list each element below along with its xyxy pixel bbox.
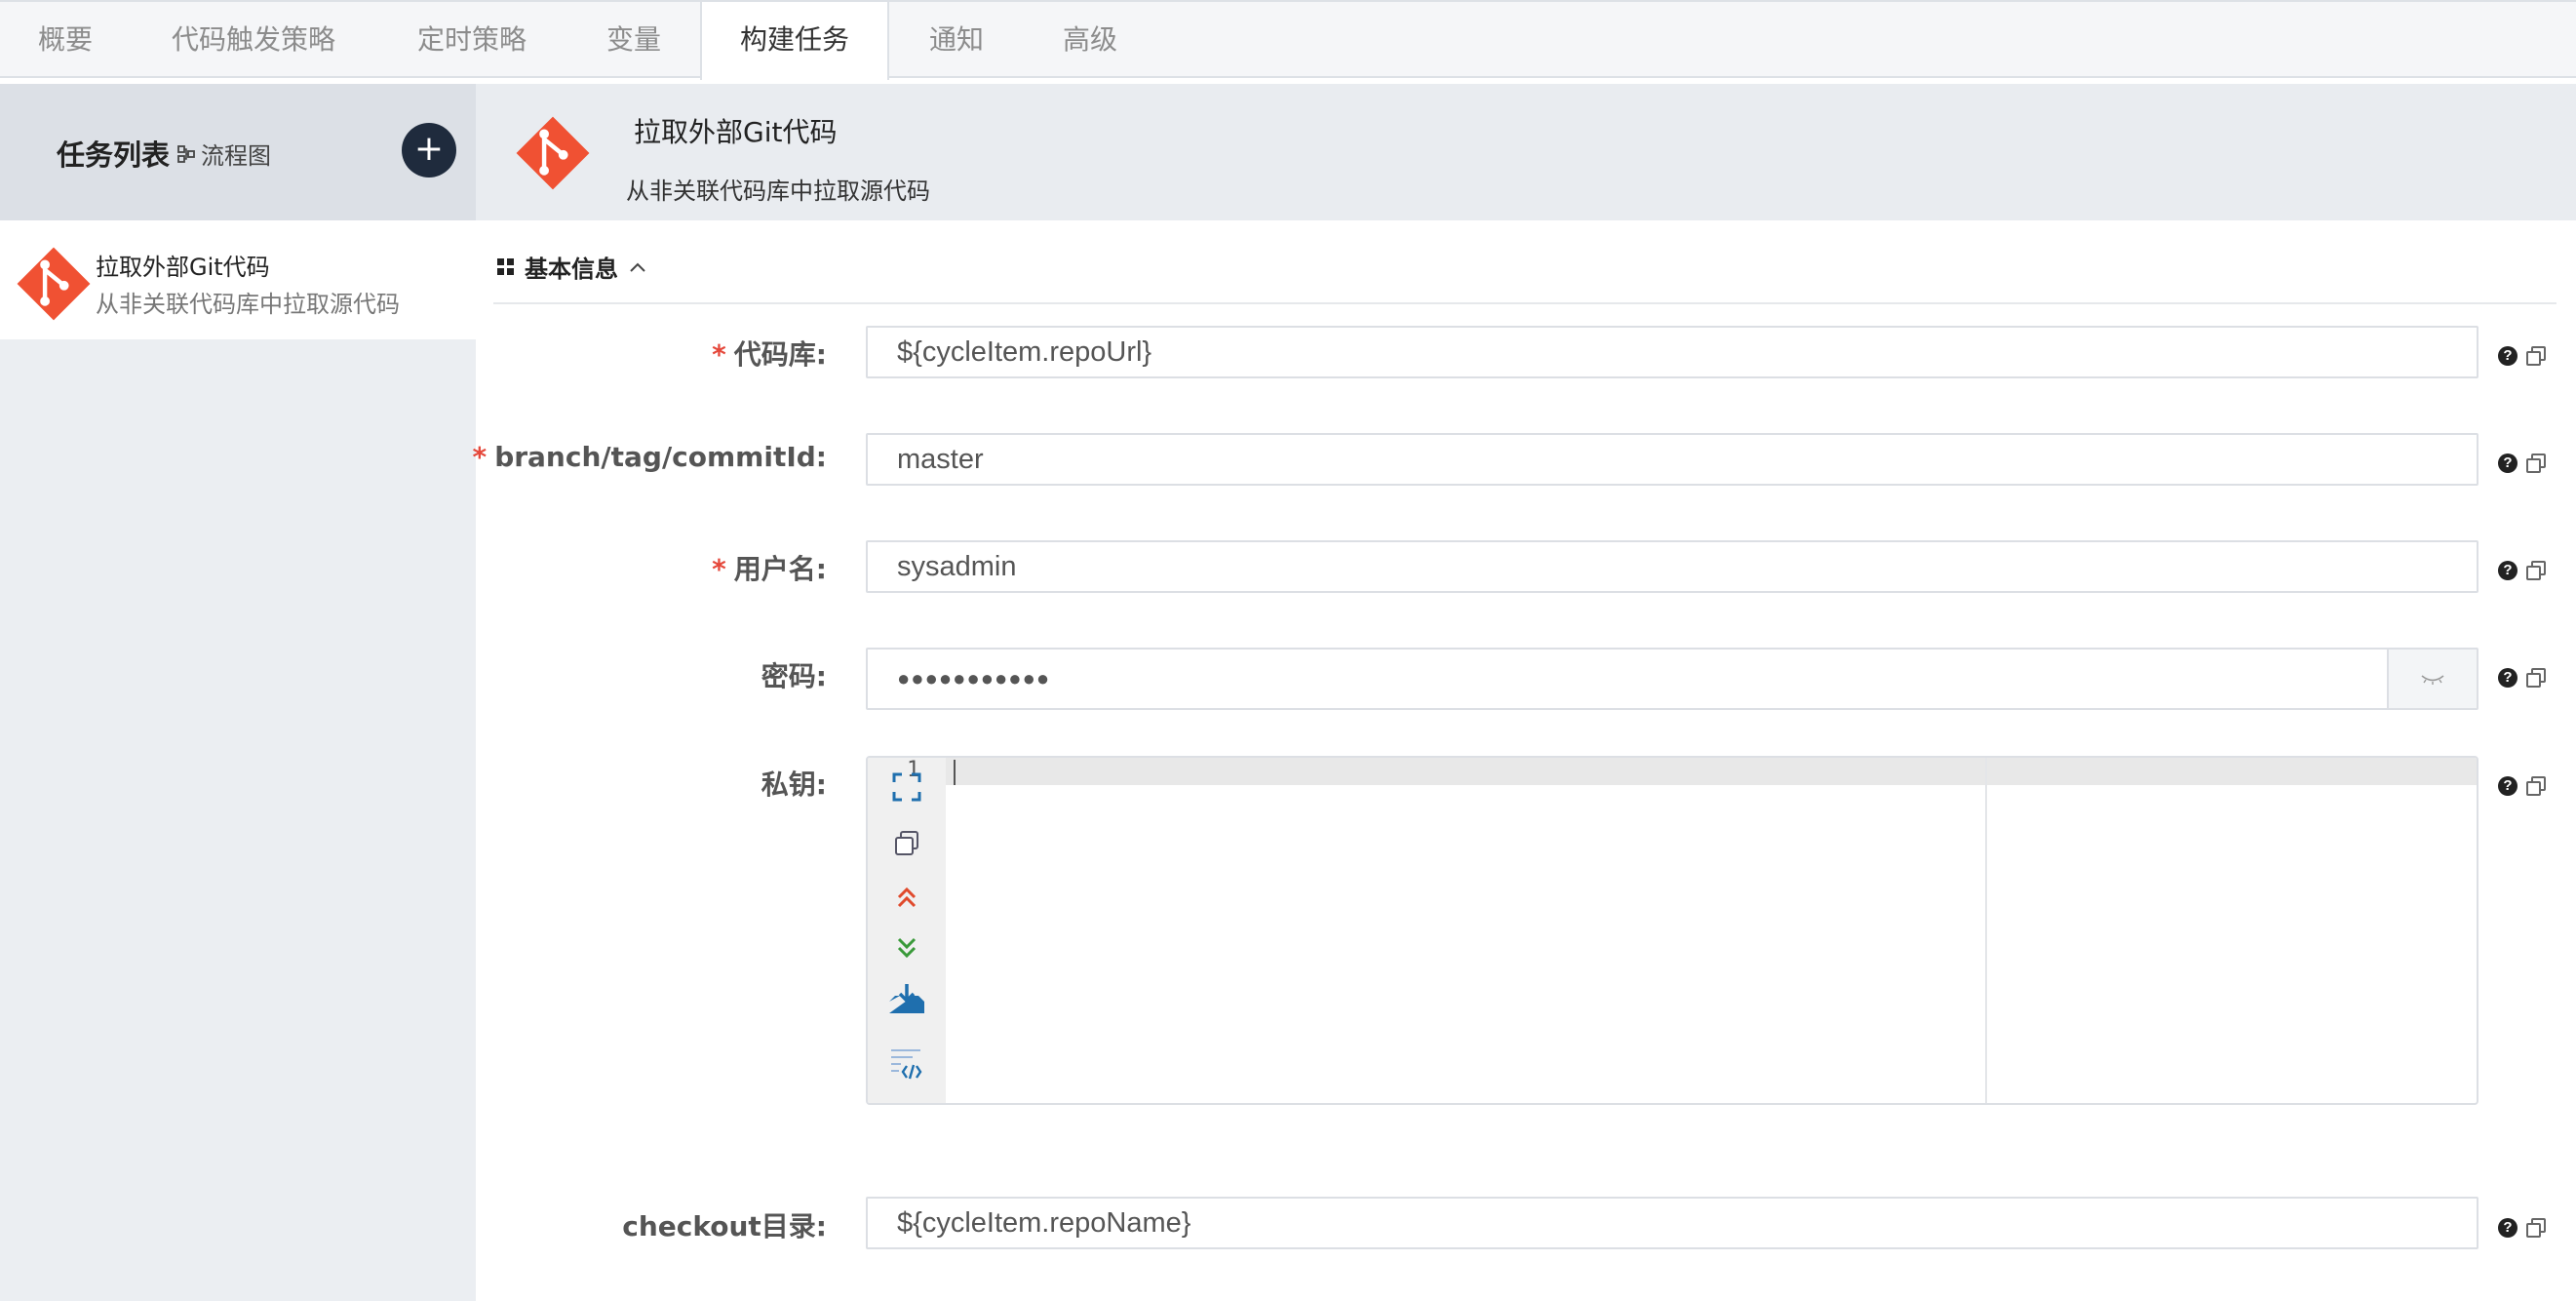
copy-icon[interactable] [2525,453,2547,474]
task-list-title: 任务列表 [57,138,171,172]
scroll-top-button[interactable] [879,879,934,918]
copy-icon[interactable] [2525,667,2547,689]
help-icon[interactable]: ? [2498,668,2517,688]
fullscreen-button[interactable] [879,768,934,807]
editor-print-margin [1985,758,1987,1103]
tab-schedule[interactable]: 定时策略 [376,2,567,78]
basic-info-section-toggle[interactable]: 基本信息 [497,250,647,284]
flowchart-link-label[interactable]: 流程图 [201,137,271,171]
download-button[interactable] [879,980,934,1019]
branch-helpers: ? [2498,453,2547,474]
checkout-dir-helpers: ? [2498,1217,2547,1239]
required-mark: * [712,553,726,585]
help-icon[interactable]: ? [2498,561,2517,580]
tab-overview[interactable]: 概要 [0,2,131,78]
required-mark: * [472,441,488,473]
task-detail-header: 拉取外部Git代码 从非关联代码库中拉取源代码 [476,84,2576,220]
editor-toolbar: 1 [868,758,946,1103]
username-label: * 用户名: [712,553,827,585]
password-value[interactable]: ●●●●●●●●●●● [897,666,1050,690]
toggle-password-visibility[interactable] [2387,650,2477,708]
format-code-button[interactable] [879,1045,934,1084]
tab-variables[interactable]: 变量 [567,2,700,78]
text-cursor [954,760,956,785]
repo-helpers: ? [2498,345,2547,367]
git-icon [17,247,91,321]
scroll-bottom-button[interactable] [879,927,934,966]
copy-icon[interactable] [2525,345,2547,367]
section-divider [493,302,2556,304]
section-title: 基本信息 [525,256,618,283]
password-label: 密码: [761,660,827,692]
private-key-helpers: ? [2498,775,2547,797]
git-icon [516,116,590,190]
tab-bar: 概要 代码触发策略 定时策略 变量 构建任务 通知 高级 [0,0,2576,80]
code-format-icon [891,1049,922,1080]
plus-icon: + [413,129,445,169]
fullscreen-icon [892,772,921,802]
chevron-up-icon [630,262,645,272]
private-key-label: 私钥: [761,769,827,801]
task-detail-desc: 从非关联代码库中拉取源代码 [626,177,930,205]
double-chevron-up-icon [897,887,917,908]
repo-label: * 代码库: [712,338,827,371]
branch-input[interactable]: master [866,433,2478,486]
add-task-button[interactable]: + [402,123,456,177]
copy-content-button[interactable] [879,824,934,863]
checkout-dir-label: checkout目录: [622,1210,827,1242]
download-icon [889,984,924,1013]
tab-build-tasks[interactable]: 构建任务 [700,2,889,80]
flowchart-icon [177,144,195,163]
password-helpers: ? [2498,667,2547,689]
username-input[interactable]: sysadmin [866,540,2478,593]
tab-code-trigger[interactable]: 代码触发策略 [131,2,376,78]
copy-icon[interactable] [2525,560,2547,581]
copy-icon[interactable] [2525,1217,2547,1239]
password-field[interactable]: ●●●●●●●●●●● [866,648,2478,710]
double-chevron-down-icon [897,937,917,959]
help-icon[interactable]: ? [2498,346,2517,366]
help-icon[interactable]: ? [2498,776,2517,796]
tab-advanced[interactable]: 高级 [1024,2,1156,78]
eye-closed-icon [2421,675,2444,685]
task-detail-title: 拉取外部Git代码 [634,116,838,148]
repo-url-input[interactable]: ${cycleItem.repoUrl} [866,326,2478,378]
task-item-desc: 从非关联代码库中拉取源代码 [96,291,400,318]
help-icon[interactable]: ? [2498,1218,2517,1238]
help-icon[interactable]: ? [2498,453,2517,473]
required-mark: * [712,338,726,371]
copy-icon [895,831,918,855]
tab-notifications[interactable]: 通知 [889,2,1024,78]
branch-label: * branch/tag/commitId: [472,441,827,473]
grid-icon [497,257,515,276]
copy-icon[interactable] [2525,775,2547,797]
task-item-name: 拉取外部Git代码 [96,254,270,281]
private-key-editor[interactable]: 1 [866,756,2478,1105]
checkout-dir-input[interactable]: ${cycleItem.repoName} [866,1197,2478,1249]
task-list-item[interactable]: 拉取外部Git代码 从非关联代码库中拉取源代码 [0,220,476,339]
task-list-panel: 任务列表 流程图 + 拉取外部Git代码 从非关联代码库中拉取源代码 [0,84,476,1301]
username-helpers: ? [2498,560,2547,581]
active-line-highlight [868,758,2477,785]
task-list-header: 任务列表 流程图 + [0,84,476,220]
flowchart-link[interactable]: 流程图 [176,137,271,171]
